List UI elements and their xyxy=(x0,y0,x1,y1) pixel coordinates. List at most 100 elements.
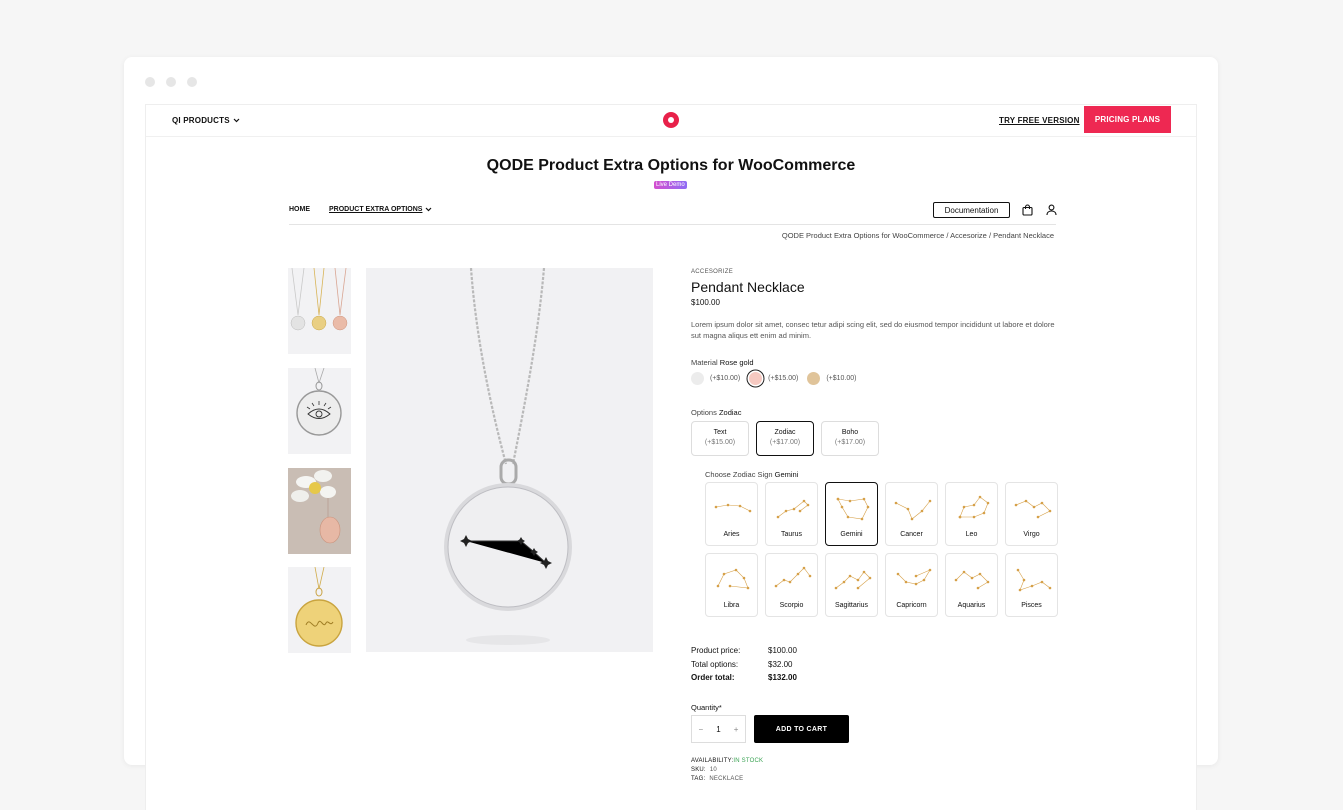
breadcrumb-separator: / xyxy=(946,231,949,240)
order-total-label: Order total: xyxy=(691,673,735,682)
swatch-price: (+$10.00) xyxy=(826,375,857,382)
zodiac-card-libra[interactable]: Libra xyxy=(705,553,758,617)
breadcrumb-link[interactable]: QODE Product Extra Options for WooCommer… xyxy=(782,231,944,240)
constellation-icon xyxy=(958,495,990,519)
thumbnail-flower-pendant[interactable] xyxy=(288,468,351,554)
top-bar: QI PRODUCTS TRY FREE VERSION PRICING PLA… xyxy=(146,105,1196,137)
quantity-plus-button[interactable]: + xyxy=(734,725,739,734)
qi-products-menu[interactable]: QI PRODUCTS xyxy=(172,116,240,125)
nav-product-extra-options[interactable]: PRODUCT EXTRA OPTIONS xyxy=(329,206,432,213)
constellation-icon xyxy=(776,499,810,519)
zodiac-name: Cancer xyxy=(900,531,923,538)
thumbnail-jenny-pendant[interactable] xyxy=(288,567,351,653)
jenny-pendant-image xyxy=(295,567,343,647)
zodiac-card-pisces[interactable]: Pisces xyxy=(1005,553,1058,617)
material-label-row: Material Rose gold xyxy=(691,358,754,367)
options-selected: Zodiac xyxy=(718,408,742,417)
totals: Product price: $100.00 Total options: $32.… xyxy=(691,644,797,685)
zodiac-label-row: Choose Zodiac Sign Gemini xyxy=(705,470,798,479)
shopping-bag-icon[interactable] xyxy=(1022,204,1033,216)
product-meta: AVAILABILITY:IN STOCK SKU: 10 TAG: NECKLAC… xyxy=(691,757,763,784)
constellation-icon xyxy=(834,570,872,590)
zodiac-name: Sagittarius xyxy=(834,602,869,609)
page-viewport: QI PRODUCTS TRY FREE VERSION PRICING PLA… xyxy=(145,104,1197,810)
add-to-cart-button[interactable]: ADD TO CART xyxy=(754,715,849,743)
shop-nav: HOME PRODUCT EXTRA OPTIONS Documentation xyxy=(289,202,1057,225)
constellation-icon xyxy=(716,568,750,590)
zodiac-card-aries[interactable]: Aries xyxy=(705,482,758,546)
quantity-minus-button[interactable]: − xyxy=(699,725,704,734)
window-dot[interactable] xyxy=(187,77,197,87)
swatch-rose-gold[interactable] xyxy=(749,372,763,385)
window-dot[interactable] xyxy=(145,77,155,87)
zodiac-name: Libra xyxy=(723,602,740,609)
constellation-icon xyxy=(774,566,812,588)
zodiac-name: Gemini xyxy=(840,531,863,538)
three-pendants-image xyxy=(290,268,348,331)
sku-value: 10 xyxy=(709,767,717,773)
constellation-icon xyxy=(836,497,870,521)
try-free-link[interactable]: TRY FREE VERSION xyxy=(999,116,1080,125)
swatch-gold[interactable] xyxy=(807,372,821,385)
zodiac-card-gemini[interactable]: Gemini xyxy=(825,482,878,546)
zodiac-card-capricorn[interactable]: Capricorn xyxy=(885,553,938,617)
material-label: Material xyxy=(691,358,718,367)
window-controls xyxy=(145,77,197,87)
swatch-price: (+$15.00) xyxy=(768,375,799,382)
zodiac-grid: Aries Taurus Gemini Cancer Leo Virgo Libra Scor… xyxy=(705,482,1058,617)
product-name: Pendant Necklace xyxy=(691,279,805,295)
main-product-image[interactable] xyxy=(366,268,653,652)
material-swatches: (+$10.00) (+$15.00) (+$10.00) xyxy=(691,372,866,385)
tag-label: TAG: xyxy=(691,776,706,782)
zodiac-name: Taurus xyxy=(780,531,802,538)
eye-pendant-image xyxy=(296,368,342,436)
option-card-boho[interactable]: Boho (+$17.00) xyxy=(821,421,879,456)
breadcrumb-link[interactable]: Accesorize xyxy=(950,231,987,240)
zodiac-name: Leo xyxy=(965,531,978,538)
quantity-input[interactable]: 1 xyxy=(716,725,720,734)
zodiac-card-leo[interactable]: Leo xyxy=(945,482,998,546)
qode-logo[interactable] xyxy=(663,112,679,128)
swatch-silver[interactable] xyxy=(691,372,704,385)
tag-link[interactable]: NECKLACE xyxy=(709,776,743,782)
zodiac-selected: Gemini xyxy=(774,470,799,479)
option-card-text[interactable]: Text (+$15.00) xyxy=(691,421,749,456)
thumbnail-three-pendants[interactable] xyxy=(288,268,351,354)
product-price-value: $100.00 xyxy=(768,646,797,655)
zodiac-name: Virgo xyxy=(1023,531,1040,538)
thumbnail-eye-pendant[interactable] xyxy=(288,368,351,454)
zodiac-card-virgo[interactable]: Virgo xyxy=(1005,482,1058,546)
user-icon[interactable] xyxy=(1046,204,1057,216)
option-price: (+$17.00) xyxy=(834,439,866,446)
zodiac-card-aquarius[interactable]: Aquarius xyxy=(945,553,998,617)
zodiac-card-taurus[interactable]: Taurus xyxy=(765,482,818,546)
zodiac-card-sagittarius[interactable]: Sagittarius xyxy=(825,553,878,617)
documentation-button[interactable]: Documentation xyxy=(933,202,1010,218)
product-price-label: Product price: xyxy=(691,646,741,655)
option-name: Boho xyxy=(841,429,859,436)
zodiac-card-cancer[interactable]: Cancer xyxy=(885,482,938,546)
option-name: Text xyxy=(713,429,727,436)
total-options-value: $32.00 xyxy=(768,659,793,669)
window-dot[interactable] xyxy=(166,77,176,87)
chevron-down-icon xyxy=(233,118,240,123)
chevron-down-icon xyxy=(426,207,432,212)
option-price: (+$15.00) xyxy=(704,439,736,446)
option-cards: Text (+$15.00) Zodiac (+$17.00) Boho (+$… xyxy=(691,421,879,456)
zodiac-name: Aquarius xyxy=(957,602,986,609)
breadcrumb: QODE Product Extra Options for WooCommer… xyxy=(782,231,1054,240)
option-card-zodiac[interactable]: Zodiac (+$17.00) xyxy=(756,421,814,456)
availability-value: IN STOCK xyxy=(733,758,764,764)
constellation-icon xyxy=(1016,568,1052,592)
swatch-price: (+$10.00) xyxy=(710,375,741,382)
nav-home[interactable]: HOME xyxy=(289,206,310,213)
zodiac-card-scorpio[interactable]: Scorpio xyxy=(765,553,818,617)
pricing-plans-button[interactable]: PRICING PLANS xyxy=(1084,106,1171,133)
constellation-icon xyxy=(954,570,990,590)
product-category[interactable]: ACCESORIZE xyxy=(691,269,733,275)
constellation-icon xyxy=(894,499,932,521)
order-total-value: $132.00 xyxy=(768,673,797,682)
zodiac-name: Capricorn xyxy=(896,602,927,609)
constellation-icon xyxy=(714,503,752,513)
quantity-stepper: − 1 + xyxy=(691,715,746,743)
